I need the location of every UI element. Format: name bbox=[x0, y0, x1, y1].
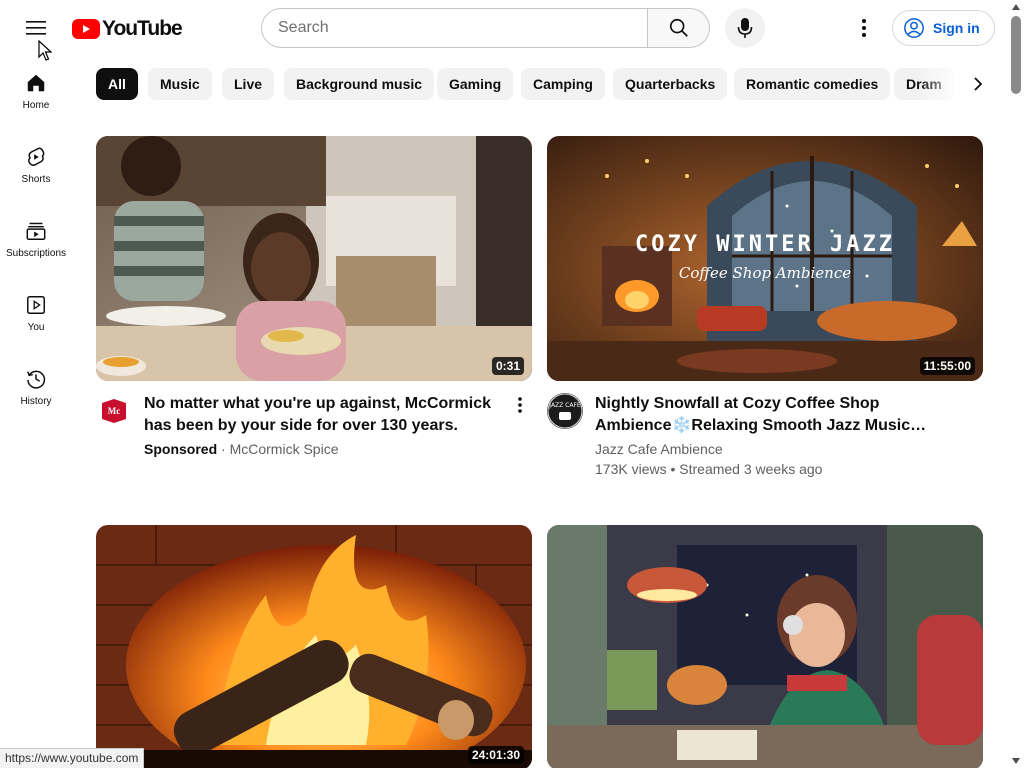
masthead: YouTube Sign in bbox=[0, 0, 1008, 56]
chip-quarterbacks[interactable]: Quarterbacks bbox=[613, 68, 728, 100]
sidebar-item-label: Home bbox=[22, 100, 50, 111]
youtube-logo[interactable]: YouTube bbox=[72, 17, 183, 41]
duration-badge: 11:55:00 bbox=[919, 357, 975, 375]
svg-text:Mc: Mc bbox=[108, 406, 121, 416]
video-card bbox=[547, 525, 983, 768]
scroll-up-arrow-icon[interactable] bbox=[1012, 4, 1020, 10]
channel-name[interactable]: Jazz Cafe Ambience bbox=[595, 439, 983, 459]
video-thumbnail[interactable] bbox=[547, 525, 983, 768]
thumbnail-title-text: COZY WINTER JAZZ bbox=[635, 232, 895, 257]
channel-avatar[interactable]: Mc bbox=[96, 393, 132, 429]
chip-music[interactable]: Music bbox=[148, 68, 212, 100]
sidebar-item-you[interactable]: You bbox=[0, 278, 72, 352]
chip-all[interactable]: All bbox=[96, 68, 138, 100]
link-status-bar: https://www.youtube.com bbox=[0, 748, 145, 768]
family-dinner-thumbnail-image bbox=[96, 136, 532, 381]
search-input[interactable] bbox=[261, 8, 647, 48]
search-box bbox=[261, 8, 710, 48]
mouse-pointer-icon bbox=[38, 40, 52, 61]
search-icon bbox=[669, 18, 688, 37]
channel-name[interactable]: McCormick Spice bbox=[230, 441, 339, 457]
you-icon bbox=[27, 296, 45, 314]
video-thumbnail[interactable]: 0:31 bbox=[96, 136, 532, 381]
history-icon bbox=[27, 370, 46, 389]
thumbnail-subtitle-text: Coffee Shop Ambience bbox=[679, 264, 851, 282]
fireplace-thumbnail-image bbox=[96, 525, 532, 768]
video-thumbnail[interactable]: COZY WINTER JAZZ Coffee Shop Ambience 11… bbox=[547, 136, 983, 381]
home-icon bbox=[27, 74, 45, 92]
sidebar-item-label: History bbox=[20, 396, 52, 407]
vertical-dots-icon bbox=[862, 19, 866, 37]
chevron-right-icon bbox=[974, 77, 983, 91]
cozy-winter-cafe-thumbnail-image: COZY WINTER JAZZ Coffee Shop Ambience bbox=[547, 136, 983, 381]
chip-camping[interactable]: Camping bbox=[521, 68, 605, 100]
voice-search-button[interactable] bbox=[725, 8, 765, 48]
microphone-icon bbox=[737, 18, 753, 38]
video-thumbnail[interactable]: 24:01:30 bbox=[96, 525, 532, 768]
video-title[interactable]: Nightly Snowfall at Cozy Coffee Shop Amb… bbox=[595, 393, 983, 437]
vertical-dots-icon bbox=[518, 397, 522, 413]
video-card: 24:01:30 bbox=[96, 525, 532, 768]
account-icon bbox=[904, 18, 924, 38]
avatar-text: JAZZ CAFE bbox=[548, 402, 581, 409]
sidebar-item-home[interactable]: Home bbox=[0, 56, 72, 130]
chips-next-button[interactable] bbox=[962, 68, 994, 100]
settings-more-button[interactable] bbox=[848, 12, 880, 44]
sidebar-item-label: Subscriptions bbox=[5, 248, 67, 259]
chip-gaming[interactable]: Gaming bbox=[437, 68, 514, 100]
scroll-down-arrow-icon[interactable] bbox=[1012, 758, 1020, 764]
filter-chips-bar: All Music Live Background music Gaming C… bbox=[96, 68, 1008, 100]
page-scrollbar[interactable] bbox=[1008, 0, 1024, 768]
jazz-cafe-logo-icon: JAZZ CAFE bbox=[547, 393, 583, 429]
scrollbar-thumb[interactable] bbox=[1011, 16, 1021, 94]
chip-romantic-comedies[interactable]: Romantic comedies bbox=[734, 68, 891, 100]
sign-in-button[interactable]: Sign in bbox=[892, 10, 995, 46]
youtube-play-icon bbox=[72, 19, 100, 39]
subscriptions-icon bbox=[26, 222, 46, 240]
chip-live[interactable]: Live bbox=[222, 68, 275, 100]
ad-video-card: 0:31 Mc No matter what you're up against… bbox=[96, 136, 532, 459]
duration-badge: 0:31 bbox=[491, 357, 524, 375]
mccormick-logo-icon: Mc bbox=[102, 399, 126, 423]
sidebar-item-subscriptions[interactable]: Subscriptions bbox=[0, 204, 72, 278]
sidebar-item-shorts[interactable]: Shorts bbox=[0, 130, 72, 204]
channel-avatar[interactable]: JAZZ CAFE bbox=[547, 393, 583, 429]
lofi-girl-thumbnail-image bbox=[547, 525, 983, 768]
video-title[interactable]: No matter what you're up against, McCorm… bbox=[144, 393, 508, 437]
video-action-menu-button[interactable] bbox=[508, 393, 532, 417]
logo-text: YouTube bbox=[102, 17, 183, 40]
duration-badge: 24:01:30 bbox=[467, 746, 524, 764]
sponsored-label: Sponsored bbox=[144, 441, 218, 457]
sidebar-item-label: Shorts bbox=[21, 174, 51, 185]
video-card: COZY WINTER JAZZ Coffee Shop Ambience 11… bbox=[547, 136, 983, 479]
search-button[interactable] bbox=[647, 8, 710, 48]
shorts-icon bbox=[28, 147, 45, 166]
sign-in-label: Sign in bbox=[933, 20, 980, 36]
chip-background-music[interactable]: Background music bbox=[284, 68, 435, 100]
sidebar-item-history[interactable]: History bbox=[0, 352, 72, 426]
hamburger-menu-icon bbox=[26, 21, 46, 35]
sidebar-item-label: You bbox=[27, 322, 45, 333]
video-stats: 173K views • Streamed 3 weeks ago bbox=[595, 461, 823, 477]
